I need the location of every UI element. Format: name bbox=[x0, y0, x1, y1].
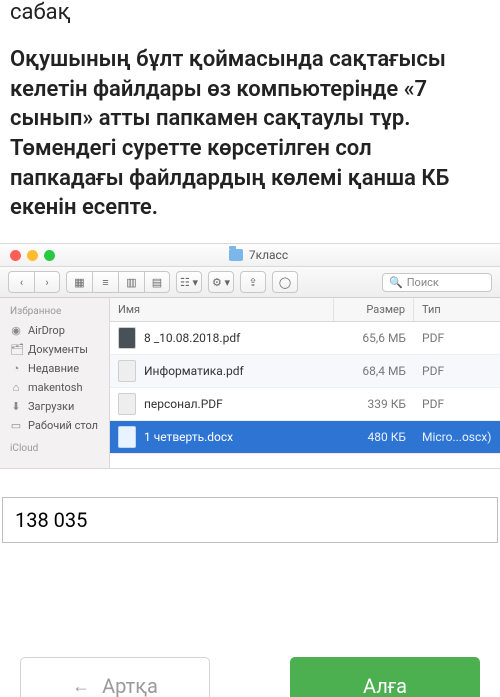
folder-icon bbox=[229, 249, 243, 261]
home-icon: ⌂ bbox=[10, 381, 22, 394]
file-name: 8 _10.08.2018.pdf bbox=[144, 331, 240, 345]
minimize-icon[interactable] bbox=[27, 250, 38, 261]
file-list-header: Имя Размер Тип bbox=[110, 298, 500, 322]
file-name: персонал.PDF bbox=[144, 397, 223, 411]
sidebar-item-label: AirDrop bbox=[28, 324, 65, 337]
file-size: 65,6 МБ bbox=[334, 326, 414, 350]
forward-button-label: Алға bbox=[363, 674, 407, 697]
sidebar-heading: Избранное bbox=[0, 304, 109, 321]
downloads-icon: ⬇ bbox=[10, 400, 22, 413]
forward-button[interactable]: Алға bbox=[290, 657, 480, 697]
nav-back-button[interactable]: ‹ bbox=[8, 271, 34, 293]
sidebar-item-downloads[interactable]: ⬇ Загрузки bbox=[0, 397, 109, 416]
window-controls bbox=[10, 250, 55, 261]
finder-toolbar: ‹ › ▦ ≡ ▥ ▤ ☷ ▾ ⚙ ▾ ⇪ ◯ 🔍 Поиск bbox=[0, 267, 500, 298]
close-icon[interactable] bbox=[10, 250, 21, 261]
tags-button[interactable]: ◯ bbox=[272, 271, 298, 293]
view-column-button[interactable]: ▥ bbox=[118, 271, 144, 293]
col-header-size[interactable]: Размер bbox=[334, 298, 414, 321]
file-type: PDF bbox=[414, 359, 500, 383]
view-list-button[interactable]: ≡ bbox=[92, 271, 118, 293]
share-button[interactable]: ⇪ bbox=[240, 271, 266, 293]
finder-sidebar: Избранное ◉ AirDrop 🗂 Документы ◔ Недавн… bbox=[0, 298, 110, 468]
sidebar-item-desktop[interactable]: ▭ Рабочий стол bbox=[0, 416, 109, 435]
view-icon-button[interactable]: ▦ bbox=[66, 271, 92, 293]
file-size: 68,4 МБ bbox=[334, 359, 414, 383]
file-size: 480 КБ bbox=[334, 425, 414, 449]
documents-icon: 🗂 bbox=[10, 343, 22, 356]
sidebar-item-airdrop[interactable]: ◉ AirDrop bbox=[0, 321, 109, 340]
nav-fwd-button[interactable]: › bbox=[34, 271, 60, 293]
desktop-icon: ▭ bbox=[10, 419, 22, 432]
file-type: Micro...oscx) bbox=[414, 425, 500, 449]
col-header-name[interactable]: Имя bbox=[110, 298, 334, 321]
search-icon: 🔍 bbox=[389, 276, 403, 289]
lesson-label: сабақ bbox=[0, 0, 500, 31]
back-button-label: Артқа bbox=[102, 674, 158, 697]
file-icon bbox=[118, 393, 136, 415]
sidebar-item-label: Загрузки bbox=[28, 400, 74, 413]
col-header-type[interactable]: Тип bbox=[414, 298, 500, 321]
sidebar-item-label: makentosh bbox=[28, 381, 83, 394]
window-title: 7класс bbox=[249, 248, 288, 262]
answer-input[interactable] bbox=[2, 497, 498, 543]
file-name: 1 четверть.docx bbox=[144, 430, 233, 444]
sidebar-item-label: Рабочий стол bbox=[28, 419, 98, 432]
airdrop-icon: ◉ bbox=[10, 324, 22, 337]
file-name: Информатика.pdf bbox=[144, 364, 244, 378]
file-icon bbox=[118, 360, 136, 382]
question-text: Оқушының бұлт қоймасында сақтағысы келет… bbox=[0, 31, 500, 243]
zoom-icon[interactable] bbox=[44, 250, 55, 261]
file-row-selected[interactable]: 1 четверть.docx 480 КБ Micro...oscx) bbox=[110, 421, 500, 454]
finder-titlebar: 7класс bbox=[0, 244, 500, 267]
search-placeholder: Поиск bbox=[407, 276, 439, 289]
file-size: 339 КБ bbox=[334, 392, 414, 416]
sidebar-heading-icloud: iCloud bbox=[0, 441, 109, 458]
action-button[interactable]: ⚙ ▾ bbox=[208, 271, 234, 293]
sidebar-item-recents[interactable]: ◔ Недавние bbox=[0, 359, 109, 378]
file-type: PDF bbox=[414, 392, 500, 416]
arrange-button[interactable]: ☷ ▾ bbox=[176, 271, 202, 293]
view-gallery-button[interactable]: ▤ bbox=[144, 271, 170, 293]
sidebar-item-label: Недавние bbox=[28, 362, 79, 375]
file-row[interactable]: Информатика.pdf 68,4 МБ PDF bbox=[110, 355, 500, 388]
finder-window: 7класс ‹ › ▦ ≡ ▥ ▤ ☷ ▾ ⚙ ▾ ⇪ ◯ 🔍 Поиск И… bbox=[0, 243, 500, 469]
file-type: PDF bbox=[414, 326, 500, 350]
recents-icon: ◔ bbox=[10, 362, 22, 375]
file-list: Имя Размер Тип 8 _10.08.2018.pdf 65,6 МБ… bbox=[110, 298, 500, 468]
file-row[interactable]: 8 _10.08.2018.pdf 65,6 МБ PDF bbox=[110, 322, 500, 355]
file-icon bbox=[118, 426, 136, 448]
search-field[interactable]: 🔍 Поиск bbox=[382, 273, 492, 292]
file-icon bbox=[118, 327, 136, 349]
sidebar-item-label: Документы bbox=[28, 343, 88, 356]
sidebar-item-home[interactable]: ⌂ makentosh bbox=[0, 378, 109, 397]
arrow-left-icon: ← bbox=[72, 676, 90, 697]
sidebar-item-documents[interactable]: 🗂 Документы bbox=[0, 340, 109, 359]
back-button[interactable]: ← Артқа bbox=[20, 657, 210, 697]
file-row[interactable]: персонал.PDF 339 КБ PDF bbox=[110, 388, 500, 421]
